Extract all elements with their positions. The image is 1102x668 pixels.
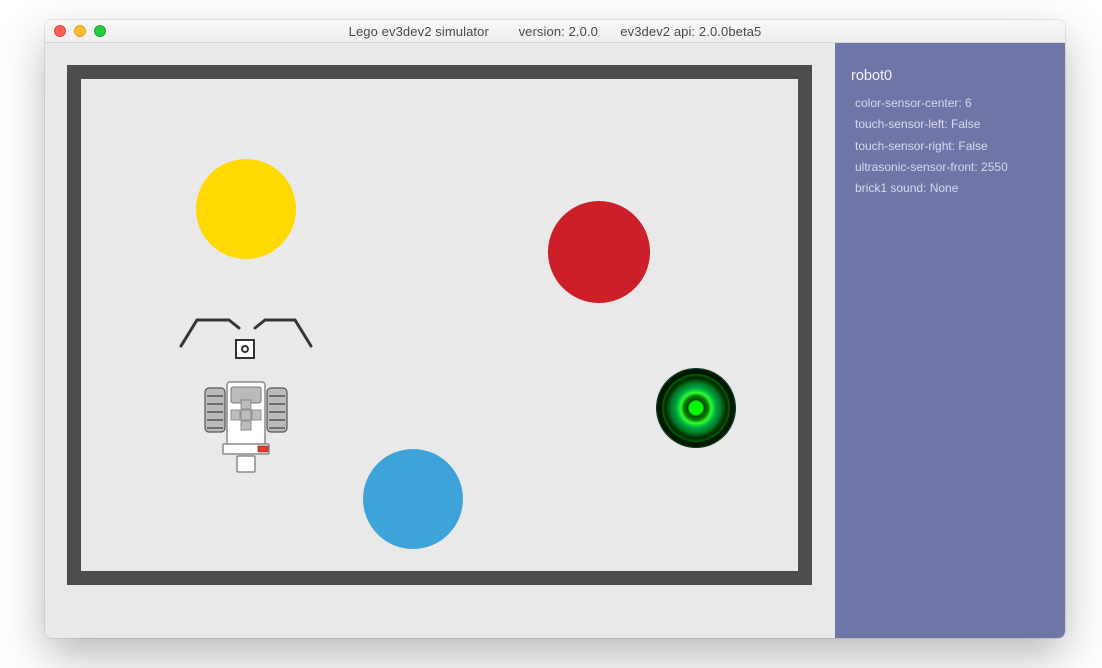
sensor-row: color-sensor-center: 6 — [851, 94, 1051, 113]
sensor-row: ultrasonic-sensor-front: 2550 — [851, 158, 1051, 177]
sensor-row: brick1 sound: None — [851, 179, 1051, 198]
sensor-list: color-sensor-center: 6 touch-sensor-left:… — [851, 94, 1051, 198]
window-controls — [54, 25, 106, 37]
arm-right-icon — [255, 320, 311, 346]
status-led-icon — [258, 446, 268, 452]
tread-right — [267, 388, 287, 432]
arm-left-icon — [181, 320, 239, 346]
color-sensor-icon — [235, 339, 255, 359]
obstacle-blue — [363, 449, 463, 549]
close-icon[interactable] — [54, 25, 66, 37]
minimize-icon[interactable] — [74, 25, 86, 37]
obstacle-yellow — [196, 159, 296, 259]
sensor-panel: robot0 color-sensor-center: 6 touch-senso… — [835, 43, 1065, 638]
robot-name-label: robot0 — [851, 65, 1051, 88]
app-window: Lego ev3dev2 simulator version: 2.0.0 ev… — [45, 20, 1065, 638]
sensor-row: touch-sensor-left: False — [851, 115, 1051, 134]
titlebar[interactable]: Lego ev3dev2 simulator version: 2.0.0 ev… — [45, 20, 1065, 43]
target-green — [657, 369, 735, 447]
zoom-icon[interactable] — [94, 25, 106, 37]
robot-sprite — [161, 284, 331, 504]
arena-border — [67, 65, 812, 585]
sensor-row: touch-sensor-right: False — [851, 137, 1051, 156]
window-title: Lego ev3dev2 simulator version: 2.0.0 ev… — [45, 24, 1065, 39]
simulation-area[interactable] — [45, 43, 835, 638]
arena — [81, 79, 798, 571]
obstacle-red — [548, 201, 650, 303]
content: robot0 color-sensor-center: 6 touch-senso… — [45, 43, 1065, 638]
tread-left — [205, 388, 225, 432]
